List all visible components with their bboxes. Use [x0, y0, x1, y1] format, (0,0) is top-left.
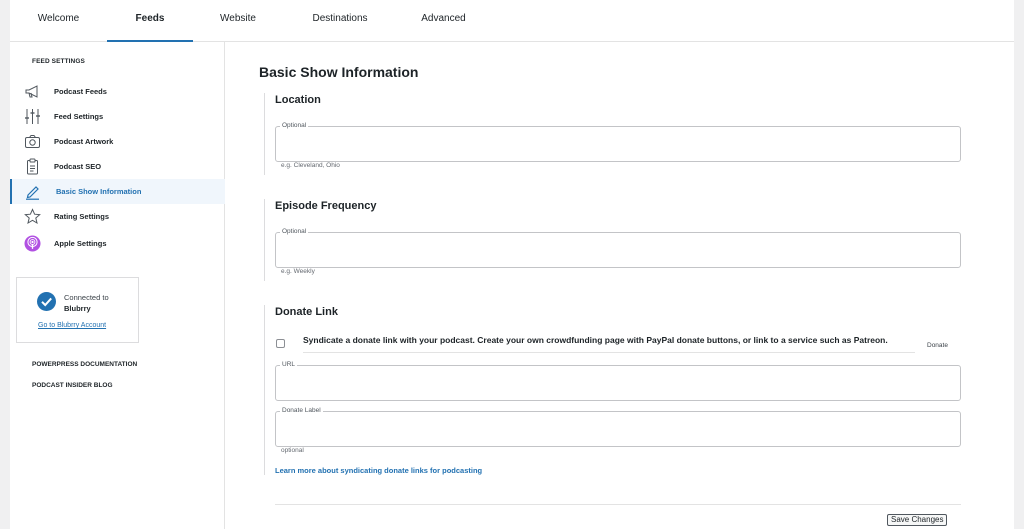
sidebar: FEED SETTINGS Podcast Feeds Feed Setting… — [10, 42, 225, 529]
location-hint: e.g. Cleveland, Ohio — [281, 162, 340, 169]
section-divider — [264, 93, 265, 175]
megaphone-icon — [25, 85, 38, 98]
page-title: Basic Show Information — [259, 64, 419, 80]
location-field[interactable]: Optional — [275, 122, 961, 162]
location-section-title: Location — [275, 94, 321, 106]
tab-destinations[interactable]: Destinations — [300, 0, 380, 42]
sidebar-item-podcast-artwork[interactable]: Podcast Artwork — [10, 129, 225, 154]
donate-label-field-label: Donate Label — [280, 407, 323, 414]
top-tab-bar: Welcome Feeds Website Destinations Advan… — [10, 0, 1014, 42]
divider — [275, 504, 961, 505]
connection-service-name: Blubrry — [64, 304, 91, 313]
camera-icon — [25, 135, 40, 148]
save-changes-button[interactable]: Save Changes — [887, 514, 948, 526]
sidebar-item-label: Rating Settings — [54, 212, 110, 221]
frequency-field-label: Optional — [280, 228, 309, 235]
tab-advanced[interactable]: Advanced — [411, 0, 476, 42]
divider — [303, 352, 915, 353]
syndicate-donate-label: Syndicate a donate link with your podcas… — [303, 335, 888, 345]
section-divider — [264, 199, 265, 281]
sidebar-item-label: Podcast Feeds — [54, 87, 107, 96]
frequency-hint: e.g. Weekly — [281, 268, 315, 275]
url-field-label: URL — [280, 361, 298, 368]
sidebar-item-apple-settings[interactable]: Apple Settings — [10, 231, 225, 256]
location-field-label: Optional — [280, 122, 309, 129]
pencil-icon — [26, 186, 39, 200]
learn-more-donate-link[interactable]: Learn more about syndicating donate link… — [275, 466, 482, 475]
podcast-icon — [24, 235, 41, 252]
powerpress-documentation-link[interactable]: POWERPRESS DOCUMENTATION — [32, 361, 137, 368]
tab-website[interactable]: Website — [208, 0, 268, 42]
sidebar-item-label: Podcast Artwork — [54, 137, 114, 146]
sidebar-item-label: Feed Settings — [54, 112, 104, 121]
sidebar-heading: FEED SETTINGS — [32, 58, 85, 65]
donate-tag: Donate — [927, 342, 948, 349]
podcast-insider-blog-link[interactable]: PODCAST INSIDER BLOG — [32, 382, 113, 389]
blubrry-connection-card: Connected to Blubrry Go to Blubrry Accou… — [16, 277, 139, 343]
episode-frequency-field[interactable]: Optional — [275, 228, 961, 268]
sliders-icon — [25, 109, 40, 124]
tab-feeds[interactable]: Feeds — [107, 0, 193, 42]
sidebar-item-rating-settings[interactable]: Rating Settings — [10, 204, 225, 229]
sidebar-item-podcast-feeds[interactable]: Podcast Feeds — [10, 79, 225, 104]
check-badge-icon — [37, 292, 56, 311]
frequency-section-title: Episode Frequency — [275, 200, 377, 212]
sidebar-item-label: Apple Settings — [54, 239, 107, 248]
star-icon — [24, 208, 41, 225]
connection-status-text: Connected to — [64, 293, 109, 302]
donate-label-field[interactable]: Donate Label — [275, 407, 961, 447]
clipboard-icon — [27, 158, 38, 175]
go-to-blubrry-account-link[interactable]: Go to Blubrry Account — [38, 322, 106, 329]
sidebar-item-feed-settings[interactable]: Feed Settings — [10, 104, 225, 129]
donate-section-title: Donate Link — [275, 306, 338, 318]
donate-label-hint: optional — [281, 447, 304, 454]
sidebar-item-podcast-seo[interactable]: Podcast SEO — [10, 154, 225, 179]
section-divider — [264, 305, 265, 475]
syndicate-donate-checkbox[interactable] — [276, 339, 285, 348]
sidebar-item-basic-show-information[interactable]: Basic Show Information — [10, 179, 225, 204]
settings-frame: Welcome Feeds Website Destinations Advan… — [10, 0, 1014, 529]
sidebar-item-label: Podcast SEO — [54, 162, 102, 171]
tab-welcome[interactable]: Welcome — [24, 0, 93, 42]
donate-url-field[interactable]: URL — [275, 361, 961, 401]
sidebar-item-label: Basic Show Information — [56, 187, 142, 196]
